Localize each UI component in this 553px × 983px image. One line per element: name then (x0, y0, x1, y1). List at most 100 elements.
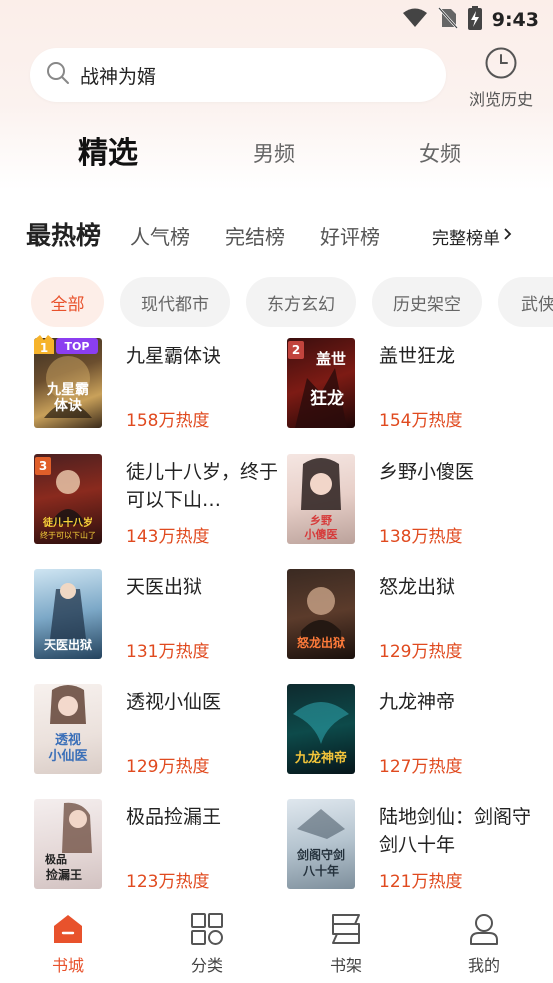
svg-text:透视: 透视 (55, 732, 81, 748)
book-item[interactable]: 乡野 小傻医 乡野小傻医 138万热度 (287, 454, 547, 547)
book-cover: 天医出狱 (34, 569, 102, 659)
chevron-right-icon (500, 226, 514, 247)
svg-text:体诀: 体诀 (54, 397, 83, 414)
book-cover: 透视 小仙医 (34, 684, 102, 774)
book-heat: 129万热度 (379, 642, 463, 662)
svg-text:徒儿十八岁: 徒儿十八岁 (42, 516, 93, 529)
book-title: 九星霸体诀 (126, 345, 222, 367)
rank-number: 1 (40, 341, 48, 355)
book-cover: 怒龙出狱 (287, 569, 355, 659)
category-grid-icon (190, 913, 224, 950)
wifi-icon (402, 8, 428, 32)
category-chips: 全部 现代都市 东方玄幻 历史架空 武侠 (0, 277, 553, 327)
chip-history[interactable]: 历史架空 (372, 277, 482, 327)
book-heat: 127万热度 (379, 757, 463, 777)
tab-featured[interactable]: 精选 (78, 128, 138, 172)
book-heat: 143万热度 (126, 527, 210, 547)
svg-text:小仙医: 小仙医 (48, 748, 87, 764)
nav-bookshelf[interactable]: 书架 (306, 912, 386, 976)
book-heat: 129万热度 (126, 757, 210, 777)
nav-label-bookshelf: 书架 (329, 956, 362, 975)
book-item[interactable]: 剑阁守剑 八十年 陆地剑仙：剑阁守剑八十年 121万热度 (287, 799, 547, 892)
book-title: 极品捡漏王 (126, 806, 222, 828)
svg-text:九龙神帝: 九龙神帝 (294, 750, 347, 766)
ranking-header: 最热榜 人气榜 完结榜 好评榜 完整榜单 (0, 216, 553, 260)
book-item[interactable]: 九龙神帝 九龙神帝 127万热度 (287, 684, 547, 777)
book-title: 陆地剑仙：剑阁守剑八十年 (379, 806, 532, 856)
history-button[interactable]: 浏览历史 (458, 46, 544, 110)
book-heat: 158万热度 (126, 411, 210, 431)
book-heat: 138万热度 (379, 527, 463, 547)
rank-badge: 2 (288, 341, 304, 359)
svg-text:极品: 极品 (45, 852, 67, 866)
book-title: 九龙神帝 (379, 691, 456, 713)
book-heat: 121万热度 (379, 872, 463, 892)
no-sim-icon (437, 7, 458, 33)
home-icon (51, 915, 85, 950)
book-item[interactable]: 九星霸 体诀 1 TOP 九星霸体诀 158万热度 (34, 335, 294, 431)
chip-all[interactable]: 全部 (31, 277, 104, 327)
book-item[interactable]: 怒龙出狱 怒龙出狱 129万热度 (287, 569, 547, 662)
svg-text:乡野: 乡野 (310, 514, 332, 527)
book-title: 盖世狂龙 (379, 345, 456, 367)
ranking-title: 最热榜 (26, 221, 102, 250)
bottom-navigation: 书城 分类 书架 我的 (0, 902, 553, 983)
book-cover: 剑阁守剑 八十年 (287, 799, 355, 889)
book-item[interactable]: 透视 小仙医 透视小仙医 129万热度 (34, 684, 294, 777)
svg-text:小傻医: 小傻医 (304, 527, 338, 541)
tab-male[interactable]: 男频 (253, 138, 295, 168)
top-rank-badge: 1 TOP (34, 334, 100, 356)
bookshelf-icon (329, 914, 363, 950)
book-heat: 131万热度 (126, 642, 210, 662)
book-heat: 154万热度 (379, 411, 463, 431)
svg-text:天医出狱: 天医出狱 (44, 637, 92, 652)
rank-badge: 3 (35, 457, 51, 475)
history-label: 浏览历史 (468, 90, 533, 109)
svg-text:终于可以下山了: 终于可以下山了 (40, 530, 96, 540)
svg-text:捡漏王: 捡漏王 (46, 867, 82, 882)
nav-category[interactable]: 分类 (167, 912, 247, 976)
status-time: 9:43 (491, 9, 539, 31)
book-heat: 123万热度 (126, 872, 210, 892)
chip-eastern-fantasy[interactable]: 东方玄幻 (246, 277, 356, 327)
profile-icon (467, 914, 501, 950)
clock-icon (484, 47, 518, 84)
svg-text:八十年: 八十年 (302, 863, 339, 878)
rank-tab-rated[interactable]: 好评榜 (320, 221, 380, 250)
svg-text:九星霸: 九星霸 (46, 382, 89, 398)
chip-modern-city[interactable]: 现代都市 (120, 277, 230, 327)
search-bar[interactable]: 战神为婿 (30, 48, 446, 102)
book-cover: 盖世 狂龙 2 (287, 338, 355, 428)
book-item[interactable]: 盖世 狂龙 2 盖世狂龙 154万热度 (287, 338, 547, 431)
book-item[interactable]: 天医出狱 天医出狱 131万热度 (34, 569, 294, 662)
search-query: 战神为婿 (80, 65, 157, 88)
book-cover: 徒儿十八岁 终于可以下山了 3 (34, 454, 102, 544)
chip-wuxia[interactable]: 武侠 (498, 277, 553, 327)
book-title: 透视小仙医 (126, 691, 222, 713)
nav-bookstore[interactable]: 书城 (28, 912, 108, 976)
battery-charging-icon (467, 6, 482, 34)
book-item[interactable]: 徒儿十八岁 终于可以下山了 3 徒儿十八岁，终于可以下山… 143万热度 (34, 454, 294, 547)
nav-label-bookstore: 书城 (51, 956, 84, 975)
book-title: 乡野小傻医 (379, 461, 475, 483)
status-bar: 9:43 (0, 0, 553, 38)
full-ranking-label: 完整榜单 (432, 229, 500, 249)
full-ranking-link[interactable]: 完整榜单 (432, 224, 514, 249)
tab-female[interactable]: 女频 (419, 138, 461, 168)
nav-label-profile: 我的 (467, 956, 500, 975)
svg-text:盖世: 盖世 (316, 350, 346, 368)
book-cover: 乡野 小傻医 (287, 454, 355, 544)
book-title: 徒儿十八岁，终于可以下山… (126, 461, 279, 511)
svg-text:怒龙出狱: 怒龙出狱 (297, 635, 345, 650)
top-label: TOP (65, 340, 90, 353)
svg-text:剑阁守剑: 剑阁守剑 (296, 847, 345, 862)
rank-tab-completed[interactable]: 完结榜 (225, 221, 285, 250)
rank-tab-popular[interactable]: 人气榜 (130, 221, 190, 250)
nav-profile[interactable]: 我的 (444, 912, 524, 976)
svg-text:狂龙: 狂龙 (310, 388, 344, 409)
book-item[interactable]: 极品 捡漏王 极品捡漏王 123万热度 (34, 799, 294, 892)
book-cover: 九龙神帝 (287, 684, 355, 774)
nav-label-category: 分类 (190, 956, 223, 975)
search-icon (46, 61, 70, 89)
book-title: 怒龙出狱 (379, 576, 456, 598)
